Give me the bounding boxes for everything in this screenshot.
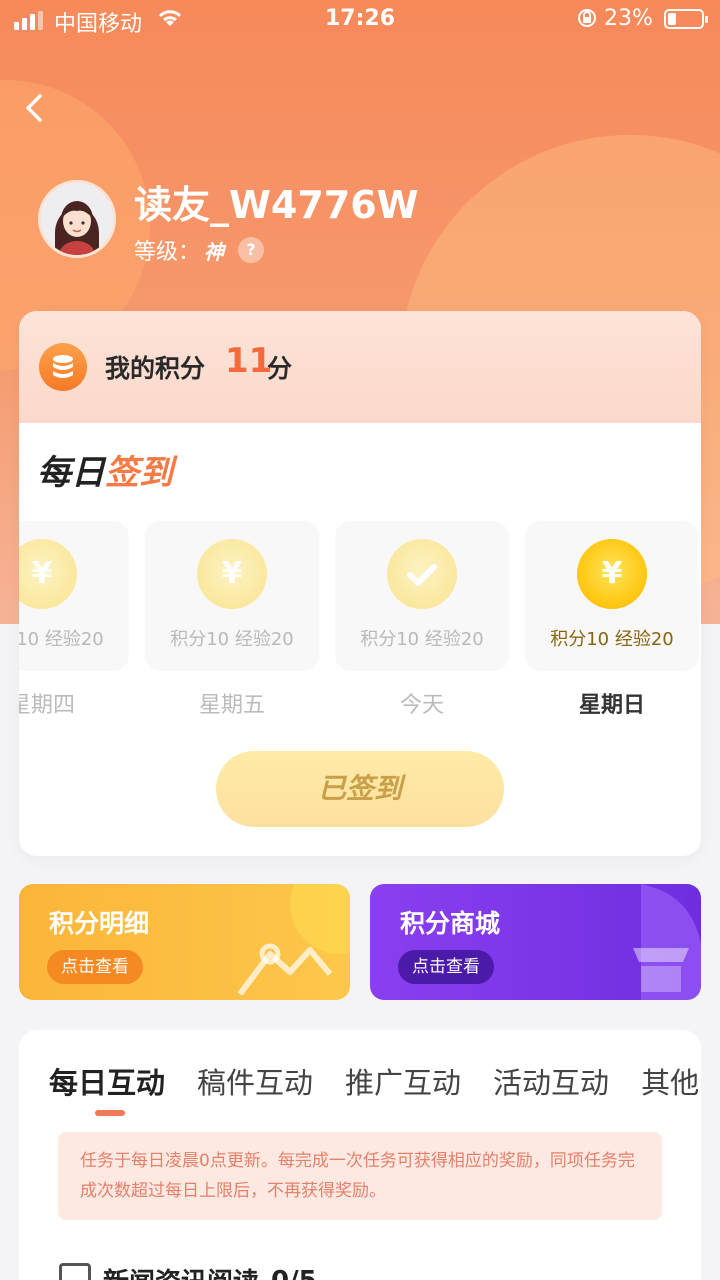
battery-icon	[664, 9, 708, 29]
day-reward: 积分10 经验20	[19, 629, 104, 650]
points-detail-tile[interactable]: 积分明细 点击查看	[19, 884, 350, 1000]
day-label: 星期五	[198, 693, 265, 718]
daily-signin-title: 每日 签到	[37, 445, 173, 494]
tab-activity[interactable]: 活动互动	[493, 1060, 609, 1102]
day-reward: 积分10 经验20	[360, 629, 484, 650]
active-tab-indicator	[95, 1110, 125, 1116]
back-button[interactable]	[22, 90, 52, 126]
task-item[interactable]: 新闻资讯阅读 0/5	[59, 1262, 317, 1280]
points-unit: 分	[267, 354, 293, 383]
day-reward: 积分10 经验20	[170, 629, 294, 650]
signed-in-button[interactable]: 已签到	[216, 751, 504, 827]
avatar-illustration	[41, 183, 113, 255]
task-panel: 每日互动 稿件互动 推广互动 活动互动 其他 任务于每日凌晨0点更新。每完成一次…	[19, 1030, 701, 1280]
chevron-left-icon	[26, 94, 42, 122]
tab-daily[interactable]: 每日互动	[49, 1060, 165, 1102]
points-label: 我的积分	[105, 354, 206, 383]
tab-other[interactable]: 其他	[641, 1060, 699, 1102]
points-mall-tile[interactable]: 积分商城 点击查看	[370, 884, 701, 1000]
view-button[interactable]: 点击查看	[398, 950, 494, 984]
news-icon	[59, 1262, 91, 1280]
check-coin-icon	[387, 539, 457, 609]
day-label: 星期日	[578, 693, 645, 718]
shop-decor-icon	[633, 884, 701, 1000]
tile-title: 积分商城	[400, 909, 501, 938]
avatar[interactable]	[38, 180, 116, 258]
task-tabs: 每日互动 稿件互动 推广互动 活动互动 其他	[49, 1060, 699, 1102]
view-button[interactable]: 点击查看	[47, 950, 143, 984]
task-notice: 任务于每日凌晨0点更新。每完成一次任务可获得相应的奖励，同项任务完成次数超过每日…	[58, 1132, 662, 1220]
day-card-today[interactable]: 积分10 经验20	[335, 521, 509, 671]
battery-percent: 23%	[604, 6, 653, 31]
title-part-accent: 签到	[105, 453, 173, 493]
chart-decor-icon	[237, 884, 350, 996]
points-coin-icon	[39, 343, 87, 391]
tab-manuscript[interactable]: 稿件互动	[197, 1060, 313, 1102]
level-label: 等级：	[134, 240, 201, 265]
level-value: 神	[204, 239, 225, 264]
tab-promotion[interactable]: 推广互动	[345, 1060, 461, 1102]
username: 读友_W4776W	[134, 183, 419, 227]
day-card-friday[interactable]: ¥ 积分10 经验20	[145, 521, 319, 671]
user-level: 等级： 神 ?	[134, 234, 265, 266]
points-summary: 我的积分 11 分	[19, 311, 701, 423]
task-progress: 0/5	[271, 1266, 317, 1280]
title-part: 每日	[37, 453, 105, 493]
yen-coin-icon: ¥	[19, 539, 77, 609]
yen-coin-icon: ¥	[197, 539, 267, 609]
points-value: 11	[225, 341, 273, 381]
yen-coin-icon: ¥	[577, 539, 647, 609]
tile-title: 积分明细	[49, 909, 150, 938]
help-icon[interactable]: ?	[238, 237, 265, 263]
rotation-lock-icon	[576, 6, 598, 36]
day-label: 今天	[399, 693, 444, 718]
day-card-thursday[interactable]: ¥ 积分10 经验20	[19, 521, 129, 671]
task-label: 新闻资讯阅读	[103, 1262, 259, 1280]
points-card: 我的积分 11 分 每日 签到 ¥ 积分10 经验20 星期四 ¥ 积分10 经…	[19, 311, 701, 856]
day-label: 星期四	[19, 693, 75, 718]
status-bar: 中国移动 17:26 23%	[0, 0, 720, 40]
day-reward: 积分10 经验20	[550, 629, 674, 650]
day-card-sunday[interactable]: ¥ 积分10 经验20	[525, 521, 699, 671]
